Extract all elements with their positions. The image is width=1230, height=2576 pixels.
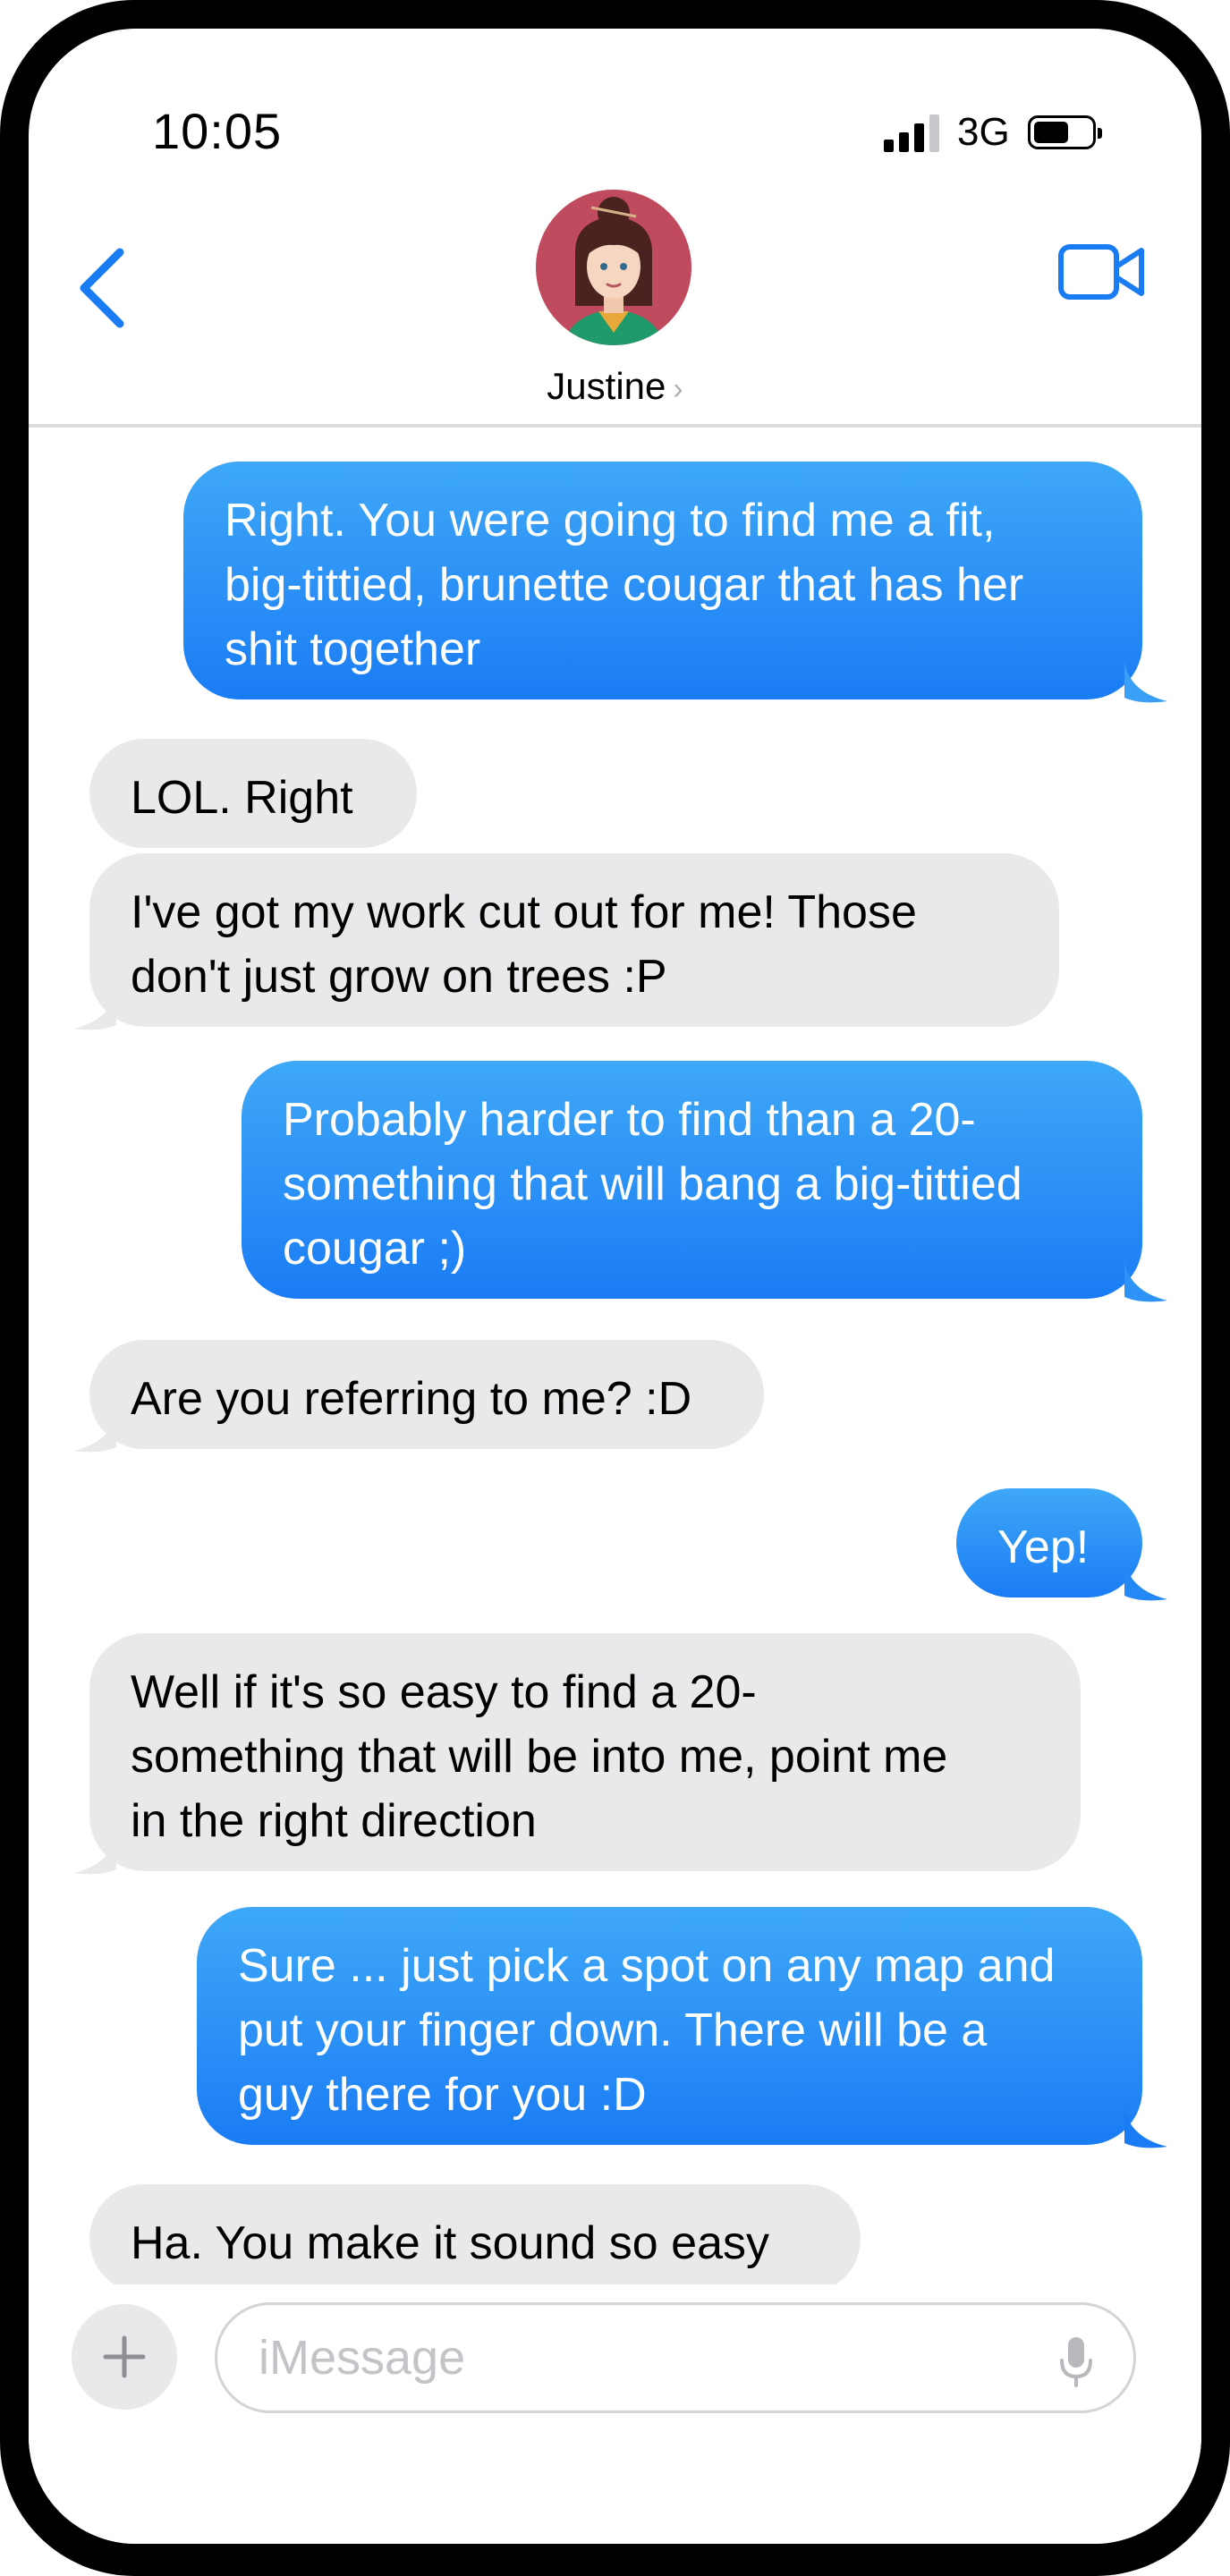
plus-icon (103, 2335, 146, 2378)
received-message[interactable]: LOL. Right (89, 739, 417, 848)
sent-message[interactable]: Right. You were going to find me a fit, … (183, 462, 1142, 699)
message-input-field[interactable] (215, 2302, 1136, 2413)
received-message[interactable]: I've got my work cut out for me! Those d… (89, 853, 1059, 1027)
contact-name-label: Justine (547, 365, 666, 407)
network-type: 3G (957, 110, 1010, 154)
bubble-tail (73, 1834, 116, 1875)
microphone-icon[interactable] (1058, 2335, 1094, 2389)
sent-message[interactable]: Yep! (956, 1488, 1142, 1597)
bubble-tail (1124, 662, 1167, 703)
bubble-tail (1124, 2107, 1167, 2148)
sent-message[interactable]: Sure ... just pick a spot on any map and… (197, 1907, 1142, 2145)
screen: 10:05 3G Justine › Right. You were going… (29, 29, 1201, 2544)
battery-icon (1027, 115, 1102, 149)
received-message[interactable]: Well if it's so easy to find a 20- somet… (89, 1633, 1081, 1871)
back-chevron-icon[interactable] (64, 216, 136, 360)
video-camera-icon[interactable] (1057, 227, 1147, 317)
status-indicators: 3G (884, 107, 1102, 157)
contact-name[interactable]: Justine › (29, 365, 1201, 408)
message-input[interactable] (257, 2329, 1030, 2386)
contact-avatar[interactable] (536, 190, 691, 345)
header-divider (29, 424, 1201, 428)
chevron-right-icon: › (673, 372, 683, 406)
received-message[interactable]: Are you referring to me? :D (89, 1340, 764, 1449)
received-message[interactable]: Ha. You make it sound so easy (89, 2184, 861, 2293)
plus-button[interactable] (72, 2304, 177, 2410)
bubble-tail (1124, 1261, 1167, 1302)
sent-message[interactable]: Probably harder to find than a 20- somet… (242, 1061, 1142, 1299)
bubble-tail (73, 989, 116, 1030)
bubble-tail (1124, 1560, 1167, 1601)
phone-frame: 10:05 3G Justine › Right. You were going… (0, 0, 1230, 2576)
signal-icon (884, 113, 939, 152)
status-time: 10:05 (152, 103, 283, 159)
bubble-tail (73, 1411, 116, 1453)
